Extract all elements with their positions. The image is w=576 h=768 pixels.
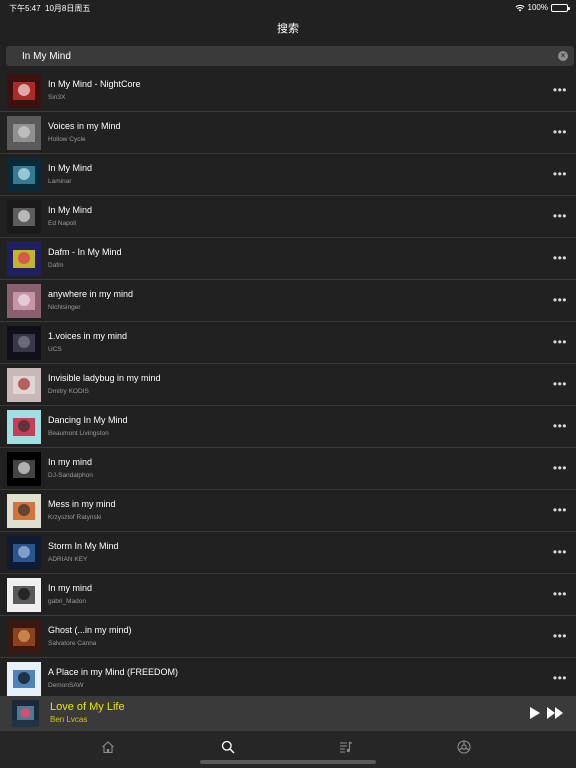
- song-title: Ghost (...in my mind): [48, 625, 132, 635]
- search-icon[interactable]: [221, 740, 235, 754]
- result-row[interactable]: Dancing In My Mind Beaumont Livingston •••: [0, 406, 576, 448]
- song-title: In My Mind: [48, 163, 93, 173]
- battery-percent: 100%: [527, 3, 548, 12]
- wifi-icon: [514, 4, 525, 11]
- search-bar: ×: [6, 46, 574, 66]
- battery-icon: [551, 3, 570, 12]
- song-artist: Sin3X: [48, 94, 66, 101]
- song-artist: Beaumont Livingston: [48, 430, 109, 437]
- more-options-icon[interactable]: •••: [553, 378, 567, 390]
- search-results-list: In My Mind - NightCore Sin3X ••• Voices in …: [0, 70, 576, 696]
- fast-forward-icon[interactable]: [546, 706, 564, 720]
- more-options-icon[interactable]: •••: [553, 546, 567, 558]
- song-title: In my mind: [48, 583, 93, 593]
- song-artist: ADRIAN KEY: [48, 556, 88, 563]
- song-artist: Krzysztof Ratynski: [48, 514, 102, 521]
- more-options-icon[interactable]: •••: [553, 168, 567, 180]
- result-row[interactable]: anywhere in my mind Nichtsinger •••: [0, 280, 576, 322]
- song-artist: Salvatore Canna: [48, 640, 97, 647]
- song-artist: DJ-Sandalphon: [48, 472, 93, 479]
- more-options-icon[interactable]: •••: [553, 84, 567, 96]
- search-input[interactable]: [6, 46, 546, 66]
- status-time: 下午5:47 10月8日周五: [9, 4, 91, 13]
- song-artist: DemonSAW: [48, 682, 84, 689]
- more-options-icon[interactable]: •••: [553, 630, 567, 642]
- clear-search-button[interactable]: ×: [558, 51, 568, 61]
- song-title: Storm In My Mind: [48, 541, 119, 551]
- album-artwork: [7, 242, 41, 276]
- album-artwork: [7, 284, 41, 318]
- song-title: Mess in my mind: [48, 499, 116, 509]
- result-row[interactable]: 1.voices in my mind UCS •••: [0, 322, 576, 364]
- song-title: Invisible ladybug in my mind: [48, 373, 161, 383]
- result-row[interactable]: In my mind DJ-Sandalphon •••: [0, 448, 576, 490]
- song-title: Dafm - In My Mind: [48, 247, 122, 257]
- song-artist: Dafm: [48, 262, 64, 269]
- play-icon[interactable]: [529, 706, 541, 720]
- status-right: 100%: [514, 3, 570, 12]
- result-row[interactable]: In My Mind Ed Napoli •••: [0, 196, 576, 238]
- song-title: Voices in my Mind: [48, 121, 121, 131]
- album-artwork: [7, 326, 41, 360]
- home-indicator: [200, 760, 376, 764]
- mini-player[interactable]: Love of My Life Ben Lvcas: [0, 696, 576, 731]
- song-artist: Dmitry KODIS: [48, 388, 89, 395]
- song-artist: Ed Napoli: [48, 220, 77, 227]
- album-artwork: [7, 410, 41, 444]
- album-artwork: [7, 116, 41, 150]
- album-artwork: [7, 74, 41, 108]
- song-artist: UCS: [48, 346, 62, 353]
- result-row[interactable]: In My Mind Laminar •••: [0, 154, 576, 196]
- result-row[interactable]: A Place in my Mind (FREEDOM) DemonSAW •••: [0, 658, 576, 696]
- song-title: A Place in my Mind (FREEDOM): [48, 667, 179, 677]
- album-artwork: [7, 158, 41, 192]
- album-artwork: [7, 578, 41, 612]
- result-row[interactable]: In My Mind - NightCore Sin3X •••: [0, 70, 576, 112]
- result-row[interactable]: Storm In My Mind ADRIAN KEY •••: [0, 532, 576, 574]
- more-options-icon[interactable]: •••: [553, 504, 567, 516]
- song-artist: Nichtsinger: [48, 304, 81, 311]
- more-options-icon[interactable]: •••: [553, 252, 567, 264]
- more-options-icon[interactable]: •••: [553, 462, 567, 474]
- song-artist: Hollow Cycle: [48, 136, 86, 143]
- page-title: 搜索: [277, 23, 299, 35]
- album-artwork: [7, 536, 41, 570]
- song-title: anywhere in my mind: [48, 289, 134, 299]
- home-icon[interactable]: [101, 740, 115, 754]
- album-artwork: [7, 200, 41, 234]
- result-row[interactable]: Dafm - In My Mind Dafm •••: [0, 238, 576, 280]
- result-row[interactable]: Mess in my mind Krzysztof Ratynski •••: [0, 490, 576, 532]
- song-artist: gabri_Madon: [48, 598, 86, 605]
- now-playing-artist: Ben Lvcas: [50, 715, 88, 724]
- result-row[interactable]: Invisible ladybug in my mind Dmitry KODIS…: [0, 364, 576, 406]
- result-row[interactable]: Ghost (...in my mind) Salvatore Canna •••: [0, 616, 576, 658]
- result-row[interactable]: Voices in my Mind Hollow Cycle •••: [0, 112, 576, 154]
- settings-icon[interactable]: [457, 740, 471, 754]
- song-title: In my mind: [48, 457, 93, 467]
- more-options-icon[interactable]: •••: [553, 672, 567, 684]
- now-playing-artwork: [12, 700, 39, 727]
- album-artwork: [7, 494, 41, 528]
- album-artwork: [7, 662, 41, 696]
- album-artwork: [7, 620, 41, 654]
- more-options-icon[interactable]: •••: [553, 420, 567, 432]
- song-title: Dancing In My Mind: [48, 415, 128, 425]
- song-title: In My Mind: [48, 205, 93, 215]
- song-title: 1.voices in my mind: [48, 331, 128, 341]
- song-title: In My Mind - NightCore: [48, 79, 141, 89]
- more-options-icon[interactable]: •••: [553, 294, 567, 306]
- result-row[interactable]: In my mind gabri_Madon •••: [0, 574, 576, 616]
- more-options-icon[interactable]: •••: [553, 336, 567, 348]
- album-artwork: [7, 368, 41, 402]
- playlist-icon[interactable]: [339, 740, 353, 754]
- album-artwork: [7, 452, 41, 486]
- song-artist: Laminar: [48, 178, 72, 185]
- more-options-icon[interactable]: •••: [553, 210, 567, 222]
- more-options-icon[interactable]: •••: [553, 126, 567, 138]
- status-bar: 下午5:47 10月8日周五 100%: [0, 0, 576, 14]
- now-playing-title: Love of My Life: [50, 701, 125, 713]
- more-options-icon[interactable]: •••: [553, 588, 567, 600]
